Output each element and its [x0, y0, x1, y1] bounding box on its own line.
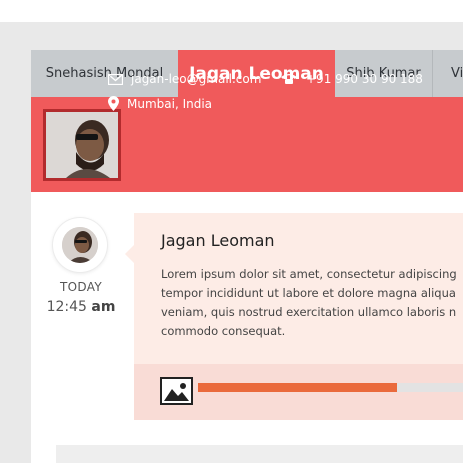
- post-body-line: commodo consequat.: [161, 324, 286, 338]
- telephone-icon: [280, 73, 298, 85]
- tab-overflow[interactable]: Vi: [434, 50, 463, 97]
- post-title: Jagan Leoman: [161, 231, 275, 250]
- email-text: jagan-leo@gmail.com: [131, 72, 262, 86]
- timeline-time-value: 12:45: [46, 299, 87, 315]
- top-bar: [0, 0, 463, 22]
- post-body-line: Lorem ipsum dolor sit amet, consectetur …: [161, 267, 457, 281]
- image-icon[interactable]: [160, 377, 193, 405]
- email-contact[interactable]: jagan-leo@gmail.com: [108, 72, 261, 86]
- timeline-time: 12:45 am: [41, 299, 121, 315]
- media-progress-track[interactable]: [198, 383, 463, 392]
- media-progress-fill: [198, 383, 397, 392]
- profile-avatar: [43, 109, 121, 181]
- location-contact: Mumbai, India: [108, 96, 212, 111]
- profile-card: Snehasish Mondal Jagan Leoman Shib Kumar…: [31, 50, 463, 463]
- timeline-ampm: am: [91, 299, 116, 315]
- post-body-line: tempor incididunt ut labore et dolore ma…: [161, 286, 456, 300]
- profile-header: [31, 97, 463, 192]
- envelope-icon: [108, 73, 123, 85]
- post-bubble: Jagan Leoman Lorem ipsum dolor sit amet,…: [125, 213, 463, 420]
- phone-text: +91 990 30 90 188: [306, 72, 423, 86]
- timeline-avatar: [53, 218, 107, 272]
- map-pin-icon: [108, 96, 119, 111]
- location-text: Mumbai, India: [127, 96, 213, 111]
- phone-contact[interactable]: +91 990 30 90 188: [280, 72, 423, 86]
- post-body: Lorem ipsum dolor sit amet, consectetur …: [161, 265, 463, 341]
- post-body-line: veniam, quis nostrud exercitation ullamc…: [161, 305, 457, 319]
- next-post-card: [56, 445, 463, 463]
- timeline-day: TODAY: [60, 280, 102, 294]
- post-media-bar: [134, 364, 463, 420]
